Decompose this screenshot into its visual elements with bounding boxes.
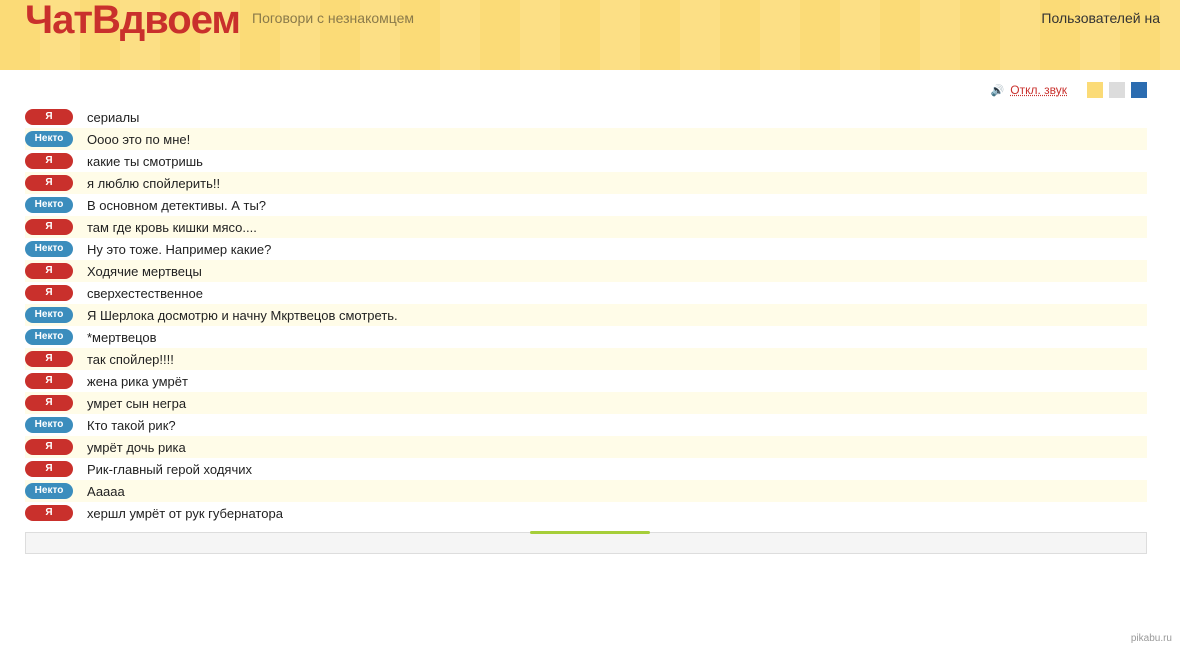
users-online-label: Пользователей на <box>1041 10 1160 26</box>
tagline: Поговори с незнакомцем <box>252 10 414 26</box>
message-text: жена рика умрёт <box>87 374 188 389</box>
sender-badge-other: Некто <box>25 483 73 499</box>
message-text: В основном детективы. А ты? <box>87 198 266 213</box>
message-text: так спойлер!!!! <box>87 352 174 367</box>
message-text: Ааааа <box>87 484 125 499</box>
message-text: Ну это тоже. Например какие? <box>87 242 271 257</box>
main-area: 🔊 Откл. звук Ясериалы Некто Оооо это по мн… <box>0 70 1180 554</box>
message-text: там где кровь кишки мясо.... <box>87 220 257 235</box>
message-text: я люблю спойлерить!! <box>87 176 220 191</box>
message-row: Яхершл умрёт от рук губернатора <box>25 502 1147 524</box>
message-row: Некто Я Шерлока досмотрю и начну Мкртвецо… <box>25 304 1147 326</box>
message-text: сверхестественное <box>87 286 203 301</box>
sender-badge-me: Я <box>25 461 73 477</box>
sender-badge-me: Я <box>25 153 73 169</box>
message-text: Я Шерлока досмотрю и начну Мкртвецов смо… <box>87 308 398 323</box>
message-input-bar[interactable] <box>25 532 1147 554</box>
message-row: Некто Кто такой рик? <box>25 414 1147 436</box>
chat-panel: 🔊 Откл. звук Ясериалы Некто Оооо это по мн… <box>15 70 1165 554</box>
theme-swatch-grey[interactable] <box>1109 82 1125 98</box>
message-row: Ясериалы <box>25 106 1147 128</box>
theme-swatch-yellow[interactable] <box>1087 82 1103 98</box>
input-accent <box>530 531 650 534</box>
sender-badge-other: Некто <box>25 417 73 433</box>
message-row: Некто Ааааа <box>25 480 1147 502</box>
sender-badge-me: Я <box>25 351 73 367</box>
theme-swatches <box>1087 82 1147 98</box>
message-row: Некто В основном детективы. А ты? <box>25 194 1147 216</box>
sender-badge-other: Некто <box>25 307 73 323</box>
sender-badge-other: Некто <box>25 131 73 147</box>
message-row: Ясверхестественное <box>25 282 1147 304</box>
sender-badge-other: Некто <box>25 329 73 345</box>
header: ЧатВдвоем Поговори с незнакомцем Пользов… <box>0 0 1180 70</box>
message-row: Якакие ты смотришь <box>25 150 1147 172</box>
sender-badge-me: Я <box>25 263 73 279</box>
watermark: pikabu.ru <box>1131 633 1172 644</box>
sender-badge-me: Я <box>25 373 73 389</box>
sender-badge-me: Я <box>25 505 73 521</box>
message-row: Я Ходячие мертвецы <box>25 260 1147 282</box>
message-row: Некто Оооо это по мне! <box>25 128 1147 150</box>
message-list: Ясериалы Некто Оооо это по мне! Якакие ты с… <box>25 106 1147 524</box>
message-text: Ходячие мертвецы <box>87 264 202 279</box>
sender-badge-other: Некто <box>25 241 73 257</box>
theme-swatch-blue[interactable] <box>1131 82 1147 98</box>
message-row: Я Рик-главный герой ходячих <box>25 458 1147 480</box>
toolbar-row: 🔊 Откл. звук <box>25 78 1147 106</box>
message-row: Некто *мертвецов <box>25 326 1147 348</box>
message-text: умрет сын негра <box>87 396 186 411</box>
sender-badge-me: Я <box>25 175 73 191</box>
message-row: Яя люблю спойлерить!! <box>25 172 1147 194</box>
message-text: какие ты смотришь <box>87 154 203 169</box>
sender-badge-me: Я <box>25 439 73 455</box>
message-text: Рик-главный герой ходячих <box>87 462 252 477</box>
sender-badge-me: Я <box>25 109 73 125</box>
sender-badge-me: Я <box>25 285 73 301</box>
sender-badge-me: Я <box>25 395 73 411</box>
message-text: *мертвецов <box>87 330 157 345</box>
sound-toggle-link[interactable]: Откл. звук <box>1010 83 1067 97</box>
site-logo[interactable]: ЧатВдвоем <box>25 0 240 43</box>
message-text: сериалы <box>87 110 139 125</box>
speaker-icon: 🔊 <box>991 84 1005 97</box>
message-row: Яжена рика умрёт <box>25 370 1147 392</box>
message-row: Некто Ну это тоже. Например какие? <box>25 238 1147 260</box>
sender-badge-other: Некто <box>25 197 73 213</box>
message-text: умрёт дочь рика <box>87 440 186 455</box>
message-row: Яумрёт дочь рика <box>25 436 1147 458</box>
message-text: хершл умрёт от рук губернатора <box>87 506 283 521</box>
message-text: Оооо это по мне! <box>87 132 190 147</box>
sender-badge-me: Я <box>25 219 73 235</box>
message-row: Ятак спойлер!!!! <box>25 348 1147 370</box>
message-text: Кто такой рик? <box>87 418 176 433</box>
message-row: Ятам где кровь кишки мясо.... <box>25 216 1147 238</box>
message-row: Яумрет сын негра <box>25 392 1147 414</box>
